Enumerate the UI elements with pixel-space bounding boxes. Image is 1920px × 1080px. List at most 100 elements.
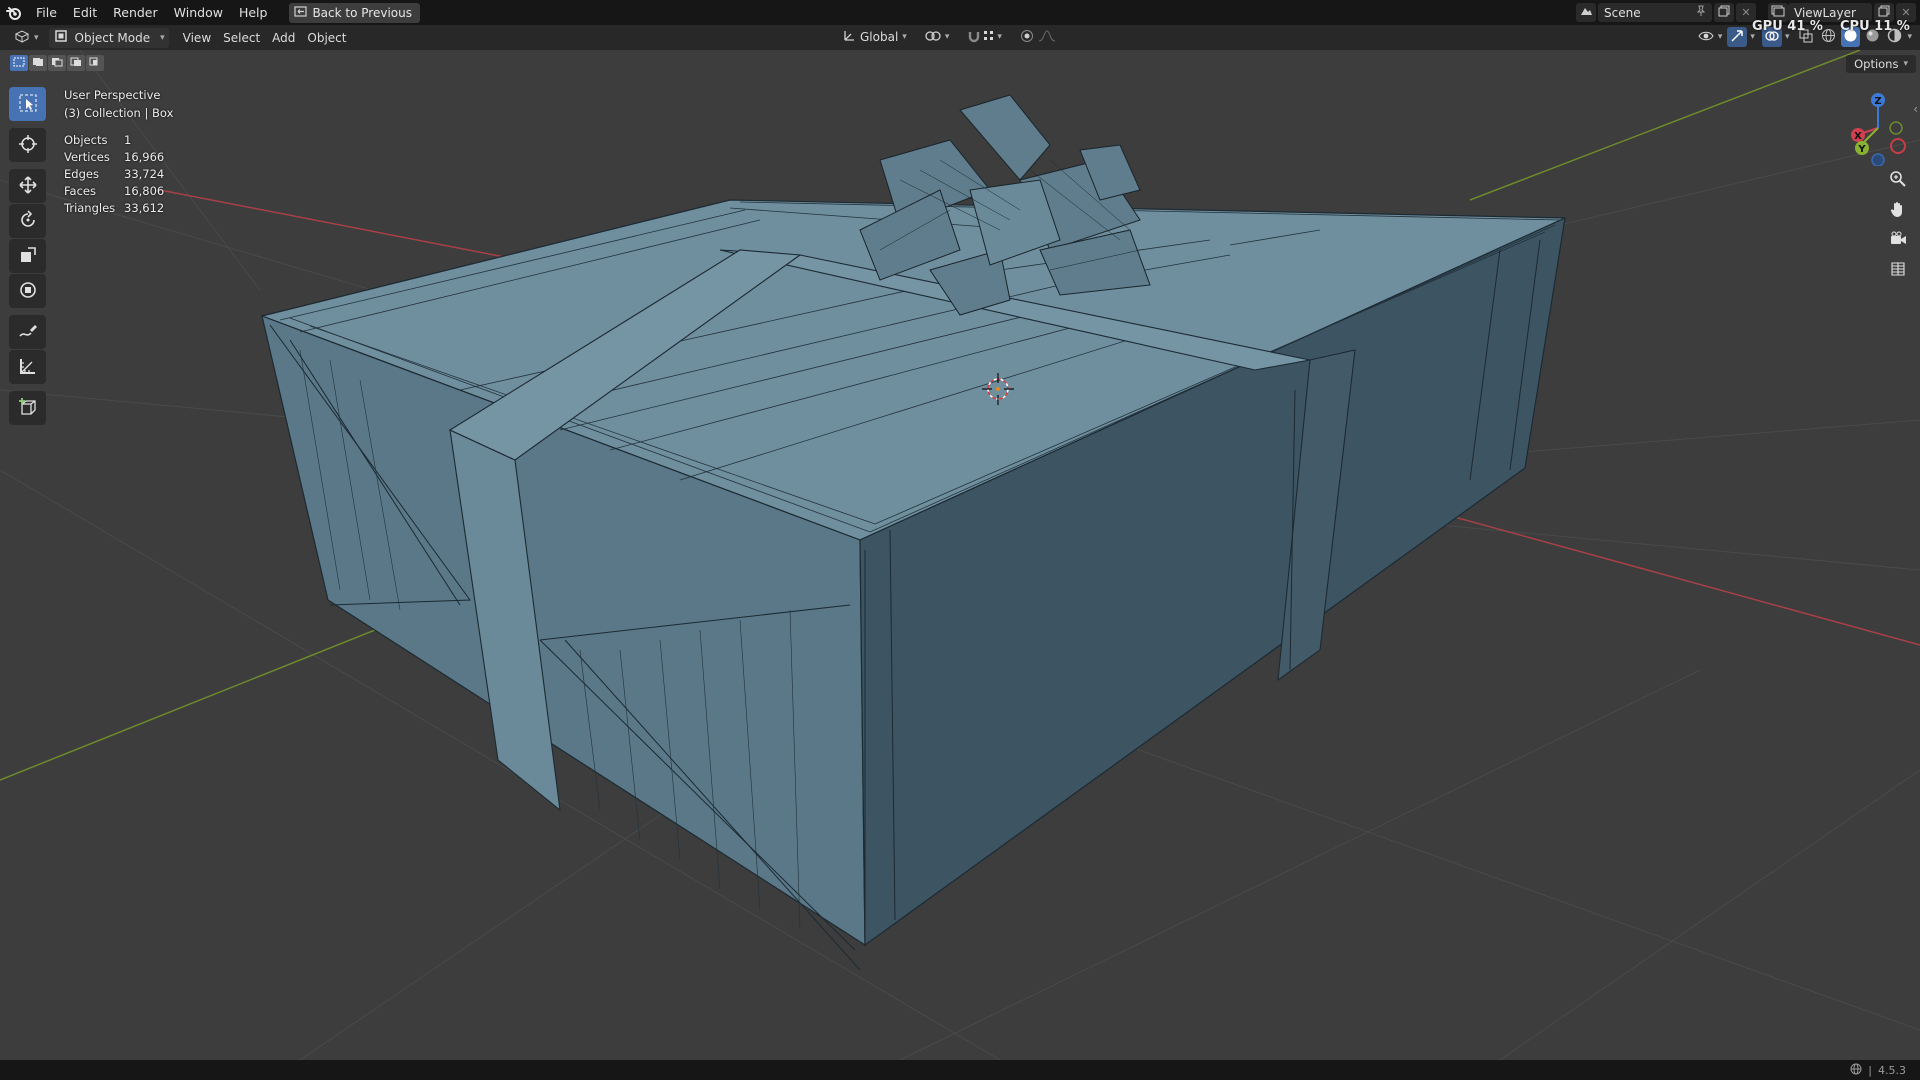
camera-view-button[interactable] — [1886, 228, 1910, 252]
transform-orientation-dropdown[interactable]: Global ▾ — [836, 27, 913, 47]
visibility-dropdown[interactable]: ▾ — [1696, 27, 1725, 47]
back-icon — [294, 5, 308, 20]
magnet-icon — [967, 29, 981, 46]
duplicate-icon — [1718, 5, 1730, 20]
zoom-button[interactable] — [1886, 168, 1910, 192]
cursor-tool[interactable] — [9, 128, 46, 162]
gizmo-y-label: Y — [1857, 144, 1866, 155]
snap-toggle[interactable]: ▾ — [961, 27, 1008, 47]
options-dropdown[interactable]: Options ▾ — [1846, 55, 1916, 73]
options-label: Options — [1854, 57, 1899, 71]
eye-icon — [1698, 30, 1714, 45]
chevron-down-icon: ▾ — [944, 32, 950, 42]
3d-cursor-tool-icon — [18, 134, 38, 157]
gizmo-x-label: X — [1854, 131, 1862, 142]
stat-value: 33,612 — [124, 201, 165, 215]
falloff-curve-icon[interactable] — [1038, 29, 1056, 45]
proportional-circle-icon — [1020, 29, 1034, 46]
stat-row-edges: Edges 33,724 — [64, 166, 164, 183]
status-bar: | 4.5.3 — [0, 1060, 1920, 1080]
stat-value: 33,724 — [124, 167, 165, 181]
mode-dropdown[interactable]: Object Mode ▾ — [48, 27, 169, 48]
blender-logo-icon[interactable] — [0, 0, 28, 25]
gizmo-neg-y-handle — [1889, 121, 1903, 135]
select-subtract-button[interactable] — [48, 55, 66, 71]
transform-orientation-label: Global — [860, 30, 899, 44]
gizmo-arrow-icon — [1730, 29, 1744, 46]
transform-tool[interactable] — [9, 274, 46, 308]
stat-label: Triangles — [64, 201, 116, 215]
menu-render[interactable]: Render — [105, 0, 166, 25]
stat-label: Objects — [64, 133, 108, 147]
stat-row-vertices: Vertices 16,966 — [64, 149, 164, 166]
status-separator: | — [1868, 1063, 1872, 1077]
scene-name-field[interactable]: Scene — [1598, 3, 1712, 22]
wireframe-sphere-icon — [1821, 28, 1836, 46]
active-collection-label: (3) Collection | Box — [64, 106, 174, 120]
menu-help[interactable]: Help — [231, 0, 276, 25]
sidebar-toggle-arrow[interactable]: ‹ — [1913, 102, 1918, 116]
add-cube-tool[interactable] — [9, 391, 46, 425]
select-invert-button[interactable] — [67, 55, 85, 71]
gizmo-toggle[interactable] — [1727, 27, 1748, 47]
transform-icon — [18, 280, 38, 303]
stat-row-triangles: Triangles 33,612 — [64, 200, 164, 217]
globe-icon — [1850, 1063, 1862, 1078]
pin-icon[interactable] — [1696, 5, 1706, 20]
menu-object[interactable]: Object — [301, 28, 352, 48]
transform-controls: Global ▾ ▾ ▾ — [836, 27, 1062, 47]
cpu-usage-label: CPU 11 % — [1840, 19, 1910, 34]
select-new-button[interactable] — [10, 55, 28, 71]
move-tool[interactable] — [9, 169, 46, 203]
gpu-usage-label: GPU 41 % — [1752, 19, 1823, 34]
3d-viewport[interactable]: User Perspective (3) Collection | Box Ob… — [0, 50, 1920, 1060]
select-intersect-icon — [89, 56, 101, 70]
select-intersect-button[interactable] — [86, 55, 104, 71]
duplicate-icon — [1878, 5, 1890, 20]
stat-value: 1 — [124, 133, 132, 147]
stat-label: Faces — [64, 184, 96, 198]
mode-label: Object Mode — [74, 30, 151, 45]
stat-value: 16,806 — [124, 184, 165, 198]
select-invert-icon — [70, 56, 82, 70]
select-box-tool[interactable] — [9, 87, 46, 121]
menu-window[interactable]: Window — [166, 0, 231, 25]
chevron-down-icon: ▾ — [34, 32, 39, 43]
measure-tool[interactable] — [9, 350, 46, 384]
menu-file[interactable]: File — [28, 0, 65, 25]
menu-edit[interactable]: Edit — [65, 0, 105, 25]
scale-tool[interactable] — [9, 239, 46, 273]
selection-mode-buttons — [10, 55, 104, 71]
new-scene-button[interactable] — [1714, 3, 1734, 22]
viewport-scene — [0, 50, 1920, 1060]
ortho-toggle-button[interactable] — [1886, 258, 1910, 282]
camera-icon — [1889, 230, 1907, 251]
pan-button[interactable] — [1886, 198, 1910, 222]
scene-statistics: Objects 1 Vertices 16,966 Edges 33,724 Face… — [64, 132, 164, 217]
proportional-editing-toggle[interactable] — [1014, 27, 1062, 47]
scale-icon — [18, 245, 38, 268]
gizmo-z-label: Z — [1874, 96, 1881, 107]
move-arrows-icon — [18, 175, 38, 198]
annotate-tool[interactable] — [9, 315, 46, 349]
pivot-point-dropdown[interactable]: ▾ — [919, 27, 956, 47]
chevron-down-icon: ▾ — [1903, 59, 1908, 69]
gift-box-mesh — [259, 199, 1566, 947]
menu-view[interactable]: View — [177, 28, 217, 48]
stat-label: Edges — [64, 167, 99, 181]
menu-add[interactable]: Add — [266, 28, 301, 48]
tool-shelf — [9, 87, 46, 425]
snap-grid-icon[interactable] — [983, 30, 995, 45]
select-new-icon — [13, 56, 25, 70]
viewlayer-name-label: ViewLayer — [1794, 5, 1856, 20]
select-extend-button[interactable] — [29, 55, 47, 71]
version-label: 4.5.3 — [1878, 1063, 1906, 1077]
close-icon: ✕ — [1741, 6, 1751, 19]
gizmo-neg-z-handle — [1871, 153, 1885, 167]
editor-type-button[interactable]: ▾ — [8, 28, 45, 48]
scene-browse-button[interactable] — [1576, 3, 1596, 22]
back-to-previous-button[interactable]: Back to Previous — [289, 2, 420, 23]
rotate-tool[interactable] — [9, 204, 46, 238]
menu-select[interactable]: Select — [217, 28, 266, 48]
navigation-gizmo[interactable]: Z X Y — [1848, 86, 1908, 169]
